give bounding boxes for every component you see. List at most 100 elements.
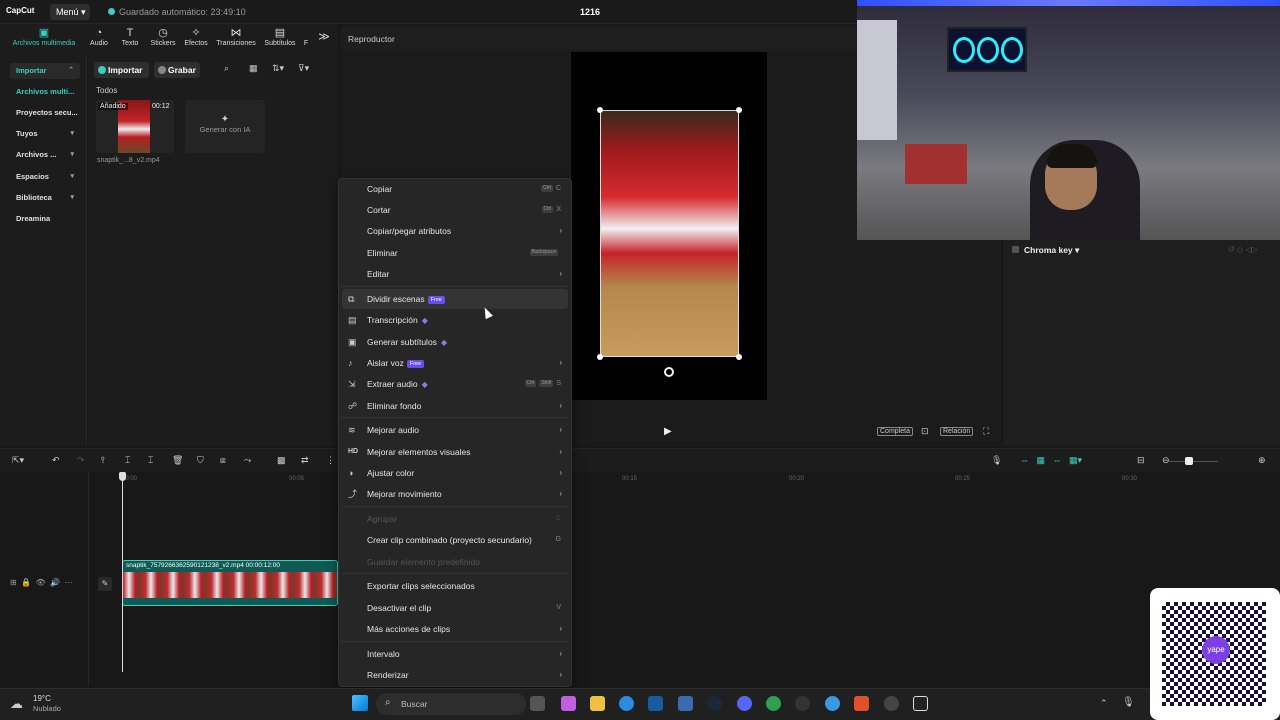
play-icon[interactable]: ▶ bbox=[664, 426, 672, 437]
freeze-icon[interactable]: ▩ bbox=[277, 455, 286, 466]
menu-item-render[interactable]: Renderizar › bbox=[338, 665, 572, 685]
playhead[interactable] bbox=[122, 472, 123, 672]
full-quality-button[interactable]: Completa bbox=[877, 427, 913, 436]
menu-item-split-scenes[interactable]: ⧉ Dividir escenas Free bbox=[342, 289, 568, 309]
menu-item-generate-subtitles[interactable]: ▣ Generar subtítulos ◆ bbox=[338, 332, 572, 352]
main-menu-button[interactable]: Menú ▾ bbox=[50, 4, 90, 20]
store-icon[interactable] bbox=[648, 696, 663, 711]
task-view-icon[interactable] bbox=[530, 696, 545, 711]
resize-handle[interactable] bbox=[736, 107, 742, 113]
tab-more[interactable]: F bbox=[300, 40, 312, 47]
sidebar-item-files[interactable]: Archivos ... ▾ bbox=[10, 147, 80, 163]
discord-icon[interactable] bbox=[737, 696, 752, 711]
undo-icon[interactable]: ↶ bbox=[52, 455, 60, 466]
steam-icon[interactable] bbox=[707, 696, 722, 711]
zoom-slider[interactable] bbox=[1168, 461, 1218, 462]
playhead-handle[interactable] bbox=[119, 472, 126, 481]
menu-item-edit[interactable]: Editar › bbox=[338, 264, 572, 284]
crop-icon[interactable]: ⧈ bbox=[220, 455, 226, 466]
tray-expand-icon[interactable]: ⌃ bbox=[1100, 698, 1108, 709]
menu-item-disable-clip[interactable]: Desactivar el clip V bbox=[338, 598, 572, 618]
chrome-icon[interactable] bbox=[766, 696, 781, 711]
weather-temp[interactable]: 19°C bbox=[33, 694, 51, 704]
sidebar-item-library[interactable]: Biblioteca ▾ bbox=[10, 190, 80, 206]
menu-item-copy-paste-attributes[interactable]: Copiar/pegar atributos › bbox=[338, 221, 572, 241]
grid-view-icon[interactable]: ▦ bbox=[249, 63, 258, 74]
github-icon[interactable] bbox=[884, 696, 899, 711]
select-tool-icon[interactable]: ⇱▾ bbox=[12, 455, 24, 466]
tab-transitions[interactable]: ⋈ Transiciones bbox=[214, 26, 258, 47]
edge-icon[interactable] bbox=[619, 696, 634, 711]
sidebar-item-import[interactable]: Importar ⌃ bbox=[10, 63, 80, 79]
copilot-icon[interactable] bbox=[561, 696, 576, 711]
capcut-taskbar-icon[interactable] bbox=[913, 696, 928, 711]
menu-item-interval[interactable]: Intervalo › bbox=[338, 644, 572, 664]
zoom-in-icon[interactable]: ⊕ bbox=[1258, 455, 1266, 466]
resize-handle[interactable] bbox=[597, 354, 603, 360]
brave-icon[interactable] bbox=[854, 696, 869, 711]
sort-icon[interactable]: ⇅▾ bbox=[272, 63, 284, 74]
zoom-slider-thumb[interactable] bbox=[1185, 457, 1193, 465]
expand-tabs-icon[interactable]: ≫ bbox=[313, 30, 335, 43]
menu-item-copy[interactable]: Copiar Ctrl C bbox=[338, 179, 572, 199]
menu-item-more-clip-actions[interactable]: Más acciones de clips › bbox=[338, 619, 572, 639]
sidebar-item-subprojects[interactable]: Proyectos secu... bbox=[10, 105, 80, 121]
mirror-icon[interactable]: ⋮ bbox=[326, 455, 335, 466]
rotate-handle-icon[interactable] bbox=[664, 367, 674, 377]
menu-item-delete[interactable]: Eliminar Backspace bbox=[338, 243, 572, 263]
sidebar-item-yours[interactable]: Tuyos ▾ bbox=[10, 126, 80, 142]
marker-icon[interactable]: ⛉ bbox=[197, 455, 204, 466]
menu-item-enhance-audio[interactable]: ≋ Mejorar audio › bbox=[338, 420, 572, 440]
sidebar-item-dreamina[interactable]: Dreamina bbox=[10, 211, 80, 227]
filter-icon[interactable]: ⊽▾ bbox=[298, 63, 309, 74]
chroma-key-label[interactable]: Chroma key ▾ bbox=[1024, 245, 1079, 256]
taskbar-search[interactable]: Buscar bbox=[376, 693, 526, 715]
import-button[interactable]: Importar bbox=[94, 62, 149, 78]
track-link-icons[interactable]: ⇔ ▦ ⇔ ▦▾ bbox=[1020, 455, 1082, 466]
preview-axis-icon[interactable]: ⊟ bbox=[1137, 455, 1145, 466]
tab-stickers[interactable]: ◷ Stickers bbox=[148, 26, 178, 47]
microphone-icon[interactable]: 🎙 bbox=[991, 455, 1002, 466]
menu-item-compound-clip[interactable]: Crear clip combinado (proyecto secundari… bbox=[338, 530, 572, 550]
windows-start-icon[interactable] bbox=[352, 695, 368, 711]
sidebar-item-media-files[interactable]: Archivos multi... bbox=[10, 84, 80, 100]
menu-item-adjust-color[interactable]: ◑ Ajustar color › bbox=[338, 463, 572, 483]
generate-ai-button[interactable]: ✦ Generar con IA bbox=[185, 100, 265, 153]
tray-mic-icon[interactable]: 🎙 bbox=[1122, 697, 1135, 708]
track-controls[interactable]: ⊞ 🔒 👁 🔊 ⋯ bbox=[10, 578, 73, 587]
menu-item-enhance-motion[interactable]: ⤴ Mejorar movimiento › bbox=[338, 484, 572, 504]
fullscreen-icon[interactable]: ⛶ bbox=[983, 426, 989, 437]
aspect-ratio-button[interactable]: Relación bbox=[940, 427, 974, 436]
split-left-icon[interactable]: ⌶ bbox=[125, 455, 130, 466]
tab-media[interactable]: ▣ Archivos multimedia bbox=[8, 26, 80, 47]
resize-handle[interactable] bbox=[597, 107, 603, 113]
file-explorer-icon[interactable] bbox=[590, 696, 605, 711]
edit-cover-icon[interactable]: ✎ bbox=[98, 577, 112, 591]
mail-icon[interactable] bbox=[678, 696, 693, 711]
menu-item-transcription[interactable]: ▤ Transcripción ◆ bbox=[338, 310, 572, 330]
delete-icon[interactable]: 🗑 bbox=[172, 455, 183, 466]
reset-icon[interactable]: ↺ ◇ ◁▷ bbox=[1228, 245, 1258, 254]
browser-icon[interactable] bbox=[825, 696, 840, 711]
resize-handle[interactable] bbox=[736, 354, 742, 360]
split-right-icon[interactable]: ⌶ bbox=[148, 455, 153, 466]
menu-item-isolate-voice[interactable]: ♪ Aislar voz Free › bbox=[338, 353, 572, 373]
redo-icon[interactable]: ↷ bbox=[77, 455, 85, 466]
tab-audio[interactable]: ◔ Audio bbox=[84, 26, 114, 47]
tab-effects[interactable]: ✧ Efectos bbox=[181, 26, 211, 47]
menu-item-remove-background[interactable]: ☍ Eliminar fondo › bbox=[338, 396, 572, 416]
menu-item-export-clips[interactable]: Exportar clips seleccionados bbox=[338, 576, 572, 596]
menu-item-enhance-visuals[interactable]: HD Mejorar elementos visuales › bbox=[338, 442, 572, 462]
search-icon[interactable]: ⌕ bbox=[224, 63, 229, 74]
reverse-icon[interactable]: ⇄ bbox=[301, 455, 309, 466]
obs-icon[interactable] bbox=[795, 696, 810, 711]
chroma-key-checkbox[interactable] bbox=[1012, 246, 1019, 253]
screenshot-icon[interactable]: ⊡ bbox=[921, 426, 929, 437]
tab-text[interactable]: T Texto bbox=[115, 26, 145, 47]
video-frame[interactable] bbox=[600, 110, 739, 357]
curve-icon[interactable]: ⤳ bbox=[244, 455, 251, 466]
menu-item-cut[interactable]: Cortar Ctrl X bbox=[338, 200, 572, 220]
sidebar-item-spaces[interactable]: Espacios ▾ bbox=[10, 169, 80, 185]
menu-item-extract-audio[interactable]: ⇲ Extraer audio ◆ Ctrl Shift S bbox=[338, 374, 572, 394]
split-icon[interactable]: ⫯ bbox=[101, 455, 105, 466]
